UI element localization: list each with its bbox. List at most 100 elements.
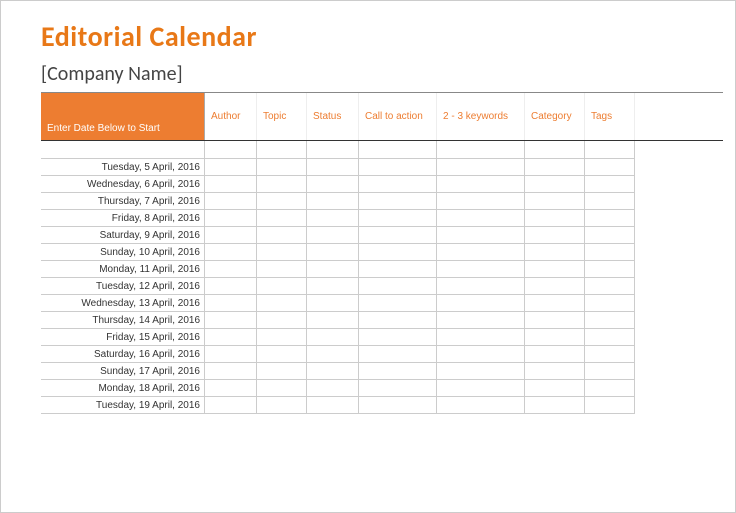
author-cell[interactable]	[205, 312, 257, 329]
cta-cell[interactable]	[359, 363, 437, 380]
topic-cell[interactable]	[257, 346, 307, 363]
category-cell[interactable]	[525, 261, 585, 278]
tags-cell[interactable]	[585, 346, 635, 363]
tags-cell[interactable]	[585, 329, 635, 346]
keywords-cell[interactable]	[437, 210, 525, 227]
status-cell[interactable]	[307, 363, 359, 380]
tags-cell[interactable]	[585, 380, 635, 397]
author-cell[interactable]	[205, 397, 257, 414]
cta-cell[interactable]	[359, 312, 437, 329]
keywords-cell[interactable]	[437, 329, 525, 346]
topic-cell[interactable]	[257, 261, 307, 278]
date-cell[interactable]: Sunday, 10 April, 2016	[41, 244, 205, 261]
category-cell[interactable]	[525, 244, 585, 261]
author-cell[interactable]	[205, 278, 257, 295]
topic-cell[interactable]	[257, 193, 307, 210]
category-cell[interactable]	[525, 278, 585, 295]
author-cell[interactable]	[205, 159, 257, 176]
topic-cell[interactable]	[257, 159, 307, 176]
status-cell[interactable]	[307, 159, 359, 176]
topic-cell[interactable]	[257, 210, 307, 227]
tags-cell[interactable]	[585, 397, 635, 414]
cta-cell[interactable]	[359, 380, 437, 397]
author-cell[interactable]	[205, 210, 257, 227]
category-cell[interactable]	[525, 227, 585, 244]
date-cell[interactable]: Thursday, 14 April, 2016	[41, 312, 205, 329]
tags-cell[interactable]	[585, 227, 635, 244]
date-cell[interactable]: Tuesday, 5 April, 2016	[41, 159, 205, 176]
topic-cell[interactable]	[257, 244, 307, 261]
keywords-cell[interactable]	[437, 227, 525, 244]
author-cell[interactable]	[205, 363, 257, 380]
date-cell[interactable]: Sunday, 17 April, 2016	[41, 363, 205, 380]
status-cell[interactable]	[307, 261, 359, 278]
date-cell[interactable]: Saturday, 16 April, 2016	[41, 346, 205, 363]
keywords-cell[interactable]	[437, 363, 525, 380]
date-cell[interactable]: Friday, 8 April, 2016	[41, 210, 205, 227]
keywords-cell[interactable]	[437, 278, 525, 295]
tags-cell[interactable]	[585, 312, 635, 329]
status-cell[interactable]	[307, 278, 359, 295]
author-cell[interactable]	[205, 227, 257, 244]
topic-cell[interactable]	[257, 363, 307, 380]
topic-cell[interactable]	[257, 397, 307, 414]
tags-cell[interactable]	[585, 278, 635, 295]
keywords-cell[interactable]	[437, 397, 525, 414]
cta-cell[interactable]	[359, 295, 437, 312]
category-cell[interactable]	[525, 329, 585, 346]
cta-cell[interactable]	[359, 227, 437, 244]
category-cell[interactable]	[525, 380, 585, 397]
date-cell[interactable]: Saturday, 9 April, 2016	[41, 227, 205, 244]
cta-cell[interactable]	[359, 193, 437, 210]
cta-cell[interactable]	[359, 244, 437, 261]
status-cell[interactable]	[307, 295, 359, 312]
date-cell[interactable]: Wednesday, 13 April, 2016	[41, 295, 205, 312]
status-cell[interactable]	[307, 210, 359, 227]
status-cell[interactable]	[307, 397, 359, 414]
date-cell[interactable]: Wednesday, 6 April, 2016	[41, 176, 205, 193]
category-cell[interactable]	[525, 159, 585, 176]
status-cell[interactable]	[307, 329, 359, 346]
keywords-cell[interactable]	[437, 295, 525, 312]
author-cell[interactable]	[205, 193, 257, 210]
keywords-cell[interactable]	[437, 261, 525, 278]
status-cell[interactable]	[307, 176, 359, 193]
topic-cell[interactable]	[257, 227, 307, 244]
status-cell[interactable]	[307, 193, 359, 210]
author-cell[interactable]	[205, 329, 257, 346]
cta-cell[interactable]	[359, 176, 437, 193]
keywords-cell[interactable]	[437, 244, 525, 261]
status-cell[interactable]	[307, 312, 359, 329]
date-cell[interactable]: Thursday, 7 April, 2016	[41, 193, 205, 210]
topic-cell[interactable]	[257, 176, 307, 193]
tags-cell[interactable]	[585, 261, 635, 278]
date-cell[interactable]: Monday, 11 April, 2016	[41, 261, 205, 278]
cta-cell[interactable]	[359, 159, 437, 176]
keywords-cell[interactable]	[437, 176, 525, 193]
cta-cell[interactable]	[359, 278, 437, 295]
cta-cell[interactable]	[359, 346, 437, 363]
date-cell[interactable]: Tuesday, 19 April, 2016	[41, 397, 205, 414]
tags-cell[interactable]	[585, 244, 635, 261]
tags-cell[interactable]	[585, 295, 635, 312]
author-cell[interactable]	[205, 380, 257, 397]
keywords-cell[interactable]	[437, 193, 525, 210]
topic-cell[interactable]	[257, 380, 307, 397]
date-cell[interactable]: Friday, 15 April, 2016	[41, 329, 205, 346]
date-cell[interactable]: Monday, 18 April, 2016	[41, 380, 205, 397]
category-cell[interactable]	[525, 346, 585, 363]
author-cell[interactable]	[205, 295, 257, 312]
topic-cell[interactable]	[257, 312, 307, 329]
category-cell[interactable]	[525, 193, 585, 210]
cta-cell[interactable]	[359, 329, 437, 346]
date-cell[interactable]: Tuesday, 12 April, 2016	[41, 278, 205, 295]
keywords-cell[interactable]	[437, 346, 525, 363]
topic-cell[interactable]	[257, 278, 307, 295]
company-name[interactable]: [Company Name]	[41, 62, 723, 86]
tags-cell[interactable]	[585, 193, 635, 210]
category-cell[interactable]	[525, 295, 585, 312]
status-cell[interactable]	[307, 380, 359, 397]
category-cell[interactable]	[525, 312, 585, 329]
keywords-cell[interactable]	[437, 312, 525, 329]
category-cell[interactable]	[525, 397, 585, 414]
